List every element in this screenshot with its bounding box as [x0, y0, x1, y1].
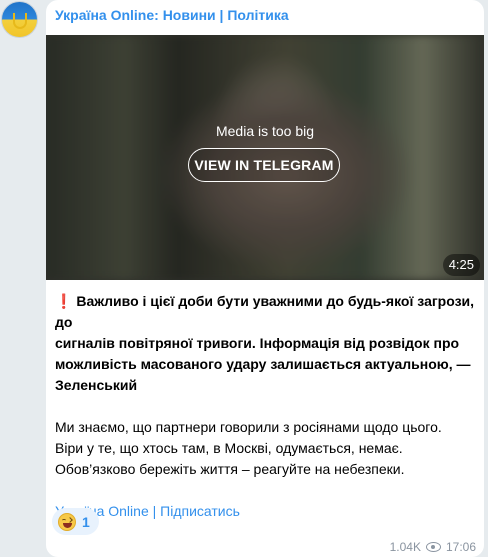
reaction-chip[interactable]: 1 — [52, 508, 99, 535]
message-time: 17:06 — [445, 540, 476, 554]
view-count: 1.04K — [389, 540, 421, 554]
trident-icon — [13, 13, 27, 29]
message-body: Ми знаємо, що партнери говорили з росіян… — [55, 419, 442, 477]
message-links: Україна Online | Підписатись — [55, 501, 477, 522]
message-lead: ❗ Важливо і цієї доби бути уважними до б… — [55, 293, 475, 393]
media-too-big-notice: Media is too big — [215, 123, 315, 139]
channel-name[interactable]: Україна Online: Новини | Політика — [55, 7, 289, 23]
grinning-face-with-tongue-icon — [58, 512, 76, 531]
exclamation-icon: ❗ — [55, 293, 73, 309]
eye-icon — [425, 542, 441, 552]
link-separator: | — [148, 503, 161, 519]
reaction-count: 1 — [82, 513, 90, 530]
channel-avatar[interactable] — [1, 1, 38, 38]
message-bubble: Україна Online: Новини | Політика Media … — [46, 0, 484, 557]
video-duration-badge: 4:25 — [442, 254, 480, 276]
subscribe-link[interactable]: Підписатись — [160, 503, 240, 519]
video-preview[interactable]: Media is too big VIEW IN TELEGRAM 4:25 — [46, 35, 484, 280]
message-text: ❗ Важливо і цієї доби бути уважними до б… — [55, 291, 477, 522]
view-in-telegram-button[interactable]: VIEW IN TELEGRAM — [188, 148, 340, 182]
message-meta: 1.04K 17:06 — [390, 540, 476, 554]
